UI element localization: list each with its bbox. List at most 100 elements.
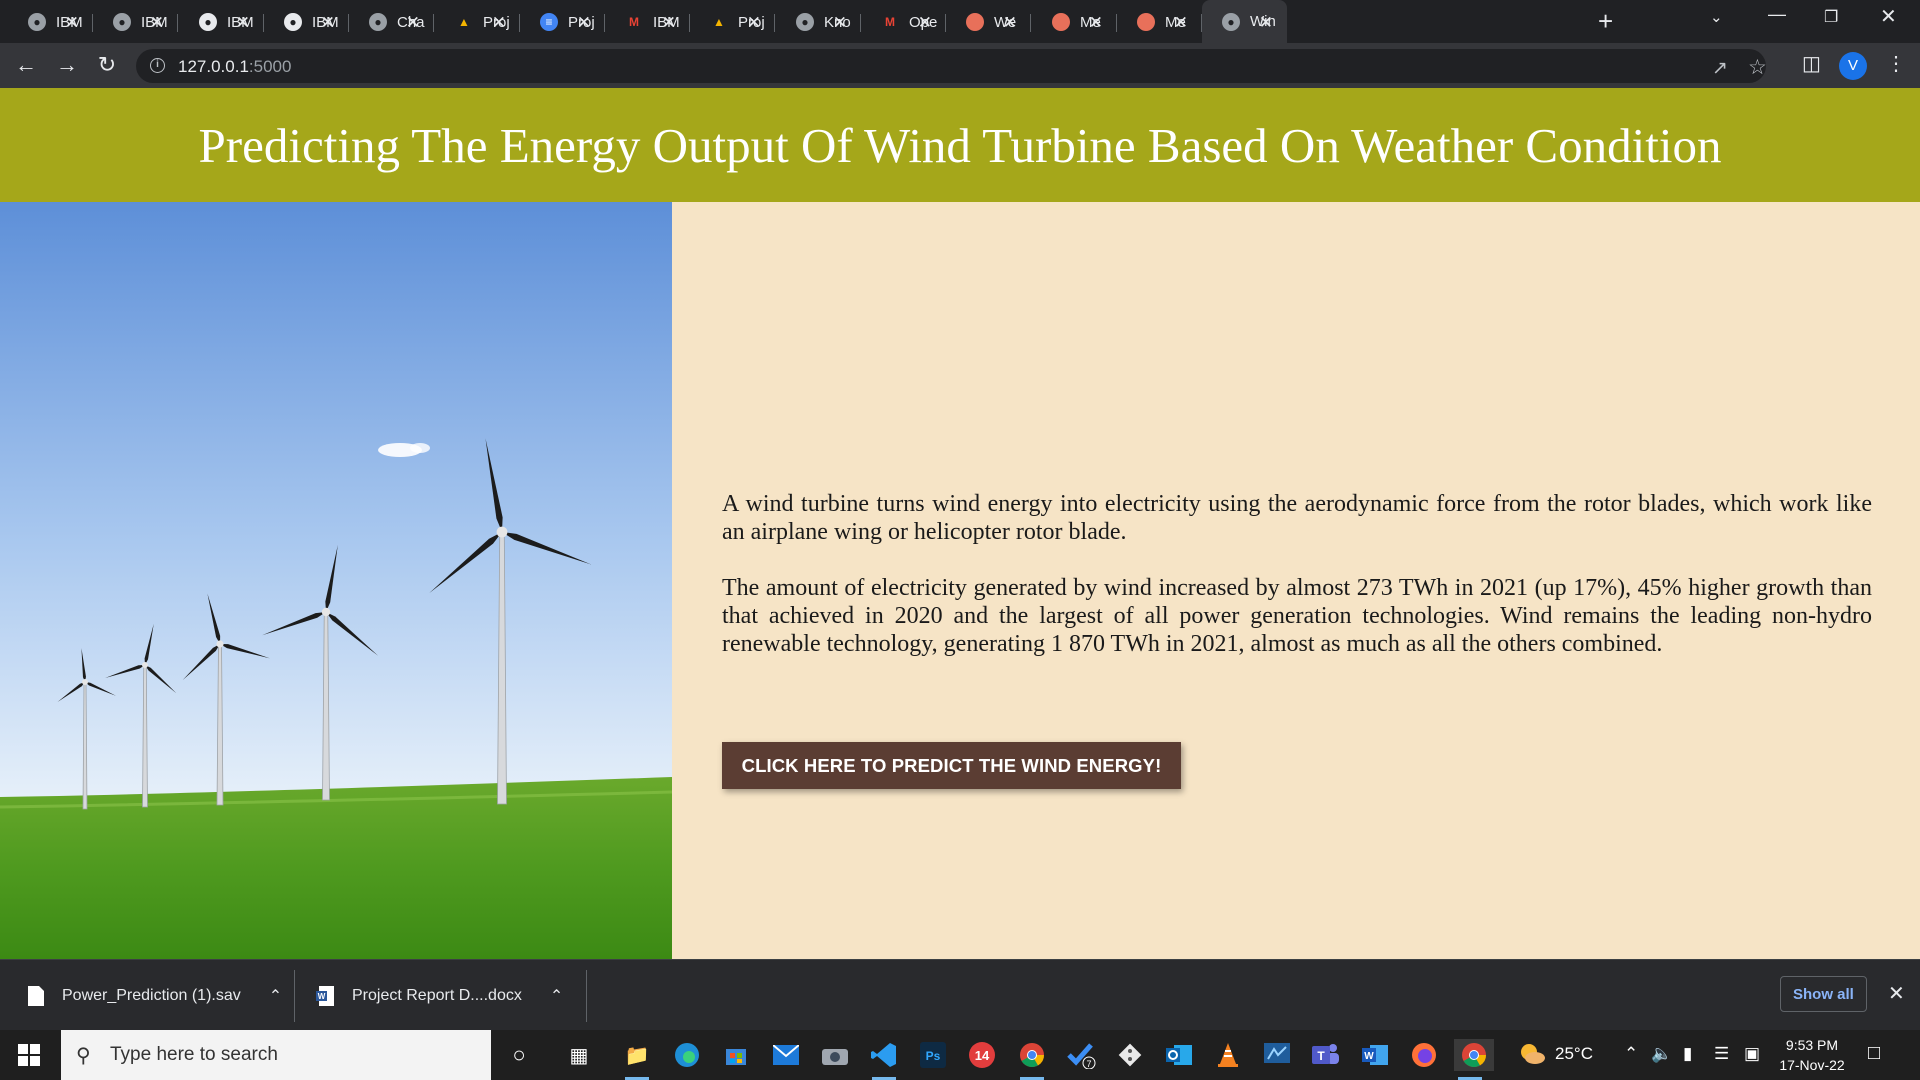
chrome-active-icon[interactable] [1454, 1039, 1494, 1080]
windows-start-icon[interactable] [18, 1044, 40, 1066]
url-text[interactable]: 127.0.0.1:5000 [178, 57, 291, 77]
close-tab-icon[interactable]: ✕ [236, 13, 250, 33]
close-tab-icon[interactable]: ✕ [406, 13, 420, 33]
close-tab-icon[interactable]: ✕ [918, 13, 932, 33]
download-item[interactable]: W Project Report D....docx ⌃ [316, 960, 563, 1031]
forward-button[interactable]: → [53, 51, 81, 79]
new-tab-button[interactable]: + [1598, 6, 1613, 37]
chevron-up-tray-icon[interactable]: ⌃ [1624, 1044, 1638, 1064]
search-icon: ⚲ [76, 1045, 91, 1067]
chrome-icon[interactable] [1016, 1039, 1048, 1080]
file-explorer-icon[interactable]: 📁 [621, 1039, 653, 1080]
back-button[interactable]: ← [12, 51, 40, 79]
browser-toolbar: ← → ↻ i 127.0.0.1:5000 ↗ ☆ ◫ V ⋮ [0, 43, 1920, 88]
side-panel-icon[interactable]: ◫ [1802, 51, 1821, 76]
teams-icon[interactable]: T [1310, 1039, 1342, 1071]
description-paragraph-2: The amount of electricity generated by w… [722, 575, 1872, 657]
weather-icon[interactable] [1518, 1041, 1546, 1070]
svg-text:T: T [1317, 1049, 1325, 1063]
git-icon[interactable] [1114, 1039, 1146, 1071]
close-tab-icon[interactable]: ✕ [1003, 13, 1017, 33]
close-window-button[interactable]: ✕ [1880, 4, 1897, 29]
close-tab-icon[interactable]: ✕ [577, 13, 591, 33]
edge-icon[interactable] [671, 1039, 703, 1071]
globe-icon: ● [113, 13, 131, 31]
close-tab-icon[interactable]: ✕ [1259, 13, 1273, 33]
chevron-up-icon[interactable]: ⌃ [550, 986, 563, 1006]
browser-tab[interactable]: We ✕ [946, 4, 1031, 40]
close-tab-icon[interactable]: ✕ [150, 13, 164, 33]
url-host: 127.0.0.1 [178, 57, 249, 76]
mail-icon[interactable] [770, 1039, 802, 1071]
weather-temperature[interactable]: 25°C [1555, 1044, 1593, 1064]
download-filename: Project Report D....docx [352, 986, 522, 1004]
predict-wind-energy-button[interactable]: CLICK HERE TO PREDICT THE WIND ENERGY! [722, 742, 1181, 789]
browser-tab[interactable]: ● Kno ✕ [776, 4, 861, 40]
browser-tab[interactable]: ≡ Proj ✕ [520, 4, 605, 40]
reload-button[interactable]: ↻ [93, 51, 121, 79]
notification-app-icon[interactable]: 14 [966, 1039, 998, 1071]
download-item[interactable]: Power_Prediction (1).sav ⌃ [28, 960, 282, 1031]
address-bar[interactable]: i 127.0.0.1:5000 ↗ ☆ [136, 49, 1767, 83]
browser-tab[interactable]: Me ✕ [1032, 4, 1117, 40]
speaker-icon[interactable]: 🔈 [1651, 1044, 1672, 1064]
close-tab-icon[interactable]: ✕ [65, 13, 79, 33]
globe-icon: ● [369, 13, 387, 31]
outlook-icon[interactable] [1163, 1039, 1195, 1071]
word-document-icon: W [316, 985, 334, 1006]
firefox-icon[interactable] [1408, 1039, 1440, 1071]
cortana-icon[interactable]: ○ [503, 1039, 535, 1071]
display-icon[interactable]: ▣ [1744, 1044, 1760, 1064]
globe-icon: ● [28, 13, 46, 31]
browser-tab[interactable]: ▲ Proj ✕ [690, 4, 775, 40]
close-tab-icon[interactable]: ✕ [662, 13, 676, 33]
menu-kebab-icon[interactable]: ⋮ [1886, 51, 1906, 76]
gmail-icon: M [885, 15, 895, 29]
restore-button[interactable]: ❐ [1824, 7, 1838, 27]
tab-search-chevron-icon[interactable]: ⌄ [1710, 8, 1723, 26]
taskbar-clock[interactable]: 9:53 PM 17-Nov-22 [1772, 1035, 1852, 1075]
browser-tab[interactable]: ● IBM ✕ [264, 4, 349, 40]
notification-center-icon[interactable]: □ [1868, 1042, 1880, 1065]
google-drive-icon: ▲ [458, 15, 470, 29]
close-shelf-icon[interactable]: ✕ [1888, 981, 1905, 1006]
todo-icon[interactable]: 7 [1065, 1039, 1097, 1071]
profile-avatar[interactable]: V [1839, 52, 1867, 80]
browser-tab[interactable]: ● IBM ✕ [93, 4, 178, 40]
vlc-icon[interactable] [1212, 1039, 1244, 1071]
browser-tab[interactable]: ● IBM ✕ [8, 4, 93, 40]
remote-desktop-icon[interactable] [1261, 1039, 1293, 1071]
taskbar-search-box[interactable]: ⚲ Type here to search [61, 1030, 491, 1080]
close-tab-icon[interactable]: ✕ [833, 13, 847, 33]
browser-tab[interactable]: Me ✕ [1117, 4, 1202, 40]
share-icon[interactable]: ↗ [1712, 57, 1728, 80]
close-tab-icon[interactable]: ✕ [492, 13, 506, 33]
tab-separator [1030, 14, 1031, 32]
browser-tab[interactable]: ● Cha ✕ [349, 4, 434, 40]
browser-tab[interactable]: M IBM ✕ [605, 4, 690, 40]
close-tab-icon[interactable]: ✕ [1089, 13, 1103, 33]
close-tab-icon[interactable]: ✕ [747, 13, 761, 33]
wind-turbine-image [0, 202, 672, 959]
word-icon[interactable]: W [1359, 1039, 1391, 1071]
browser-tab[interactable]: ● IBM ✕ [179, 4, 264, 40]
browser-tab[interactable]: M Ope ✕ [861, 4, 946, 40]
close-tab-icon[interactable]: ✕ [321, 13, 335, 33]
microsoft-store-icon[interactable] [720, 1039, 752, 1071]
bookmark-star-icon[interactable]: ☆ [1748, 55, 1767, 80]
site-info-icon[interactable]: i [150, 58, 165, 73]
download-filename: Power_Prediction (1).sav [62, 986, 241, 1004]
task-view-icon[interactable]: ▦ [563, 1039, 595, 1071]
vscode-icon[interactable] [868, 1039, 900, 1080]
battery-icon[interactable]: ▮ [1683, 1044, 1692, 1064]
browser-tab[interactable]: ● Win ✕ [1202, 0, 1287, 43]
minimize-button[interactable]: — [1768, 4, 1786, 25]
show-all-downloads-button[interactable]: Show all [1780, 976, 1867, 1012]
wifi-icon[interactable]: ☰ [1714, 1044, 1729, 1064]
photoshop-icon[interactable]: Ps [917, 1039, 949, 1071]
globe-icon: ● [796, 13, 814, 31]
close-tab-icon[interactable]: ✕ [1174, 13, 1188, 33]
browser-tab[interactable]: ▲ Proj ✕ [435, 4, 520, 40]
chevron-up-icon[interactable]: ⌃ [269, 986, 282, 1006]
camera-icon[interactable] [819, 1039, 851, 1071]
